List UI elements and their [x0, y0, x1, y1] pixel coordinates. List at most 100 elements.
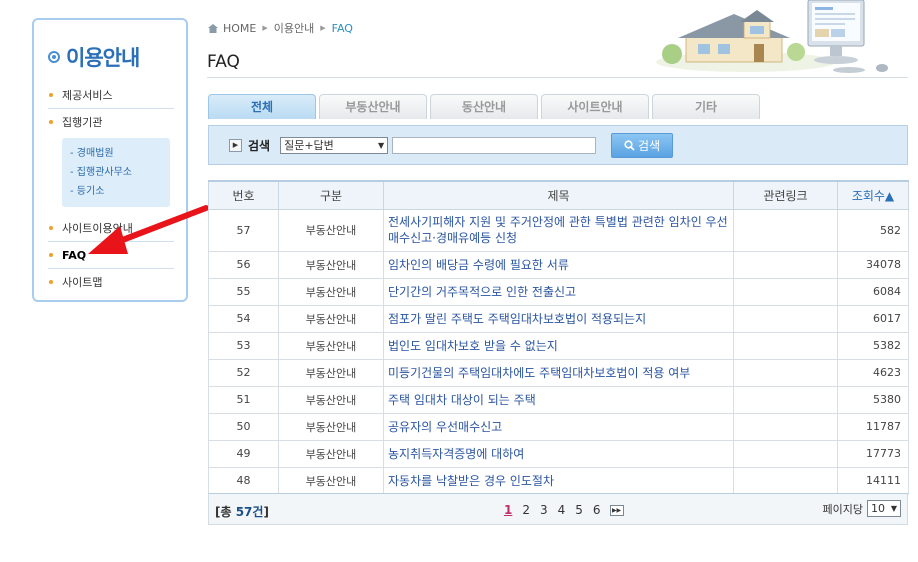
header-title: 제목: [383, 180, 734, 210]
cell-title-link[interactable]: 미등기건물의 주택임대차에도 주택임대차보호법이 적용 여부: [383, 358, 734, 387]
cell-category: 부동산안내: [278, 208, 384, 252]
search-label: 검색: [248, 138, 271, 153]
breadcrumb-home[interactable]: HOME: [223, 22, 256, 35]
chevron-down-icon: ▼: [890, 504, 897, 513]
cell-title-link[interactable]: 법인도 임대차보호 받을 수 없는지: [383, 331, 734, 360]
tab-real-estate[interactable]: 부동산안내: [319, 94, 427, 119]
total-count: [총 57건]: [215, 503, 269, 520]
cell-views: 582: [837, 208, 909, 252]
cell-number: 51: [208, 385, 279, 414]
page-link[interactable]: 3: [540, 503, 548, 517]
table-row: 57 부동산안내 전세사기피해자 지원 및 주거안정에 관한 특별법 관련한 임…: [208, 208, 909, 252]
sidebar-subitem-label: 경매법원: [76, 148, 114, 159]
cell-number: 50: [208, 412, 279, 441]
search-arrow-icon: ▶: [229, 138, 242, 152]
breadcrumb-separator-icon: ▶: [320, 24, 326, 32]
cell-category: 부동산안내: [278, 385, 384, 414]
cell-title-link[interactable]: 점포가 딸린 주택도 주택임대차보호법이 적용되는지: [383, 304, 734, 333]
breadcrumb-section[interactable]: 이용안내: [274, 20, 314, 36]
title-bullet-icon: [48, 51, 60, 63]
header-category: 구분: [278, 180, 384, 210]
tab-movable-property[interactable]: 동산안내: [430, 94, 538, 119]
cell-category: 부동산안내: [278, 439, 384, 468]
search-icon: [624, 139, 635, 151]
cell-related-link: [733, 304, 838, 333]
sidebar-subitem-bailiff-office[interactable]: - 집행관사무소: [70, 163, 164, 182]
table-row: 55 부동산안내 단기간의 거주목적으로 인한 전출신고 6084: [208, 277, 909, 306]
sidebar-title-text: 이용안내: [66, 46, 140, 70]
total-suffix: ]: [263, 505, 269, 519]
breadcrumb-separator-icon: ▶: [262, 24, 268, 32]
cell-title-link[interactable]: 공유자의 우선매수신고: [383, 412, 734, 441]
page-link[interactable]: 4: [558, 503, 566, 517]
cell-related-link: [733, 466, 838, 495]
search-type-select[interactable]: 질문+답변 ▼: [280, 136, 389, 154]
per-page-value: 10: [871, 502, 885, 515]
cell-category: 부동산안내: [278, 277, 384, 306]
cell-title-link[interactable]: 자동차를 낙찰받은 경우 인도절차: [383, 466, 734, 495]
cell-related-link: [733, 250, 838, 279]
tab-other[interactable]: 기타: [652, 94, 760, 119]
table-row: 48 부동산안내 자동차를 낙찰받은 경우 인도절차 14111: [208, 466, 909, 495]
header-views-sort[interactable]: 조회수▲: [837, 180, 909, 210]
cell-category: 부동산안내: [278, 250, 384, 279]
table-row: 51 부동산안내 주택 임대차 대상이 되는 주택 5380: [208, 385, 909, 414]
table-row: 50 부동산안내 공유자의 우선매수신고 11787: [208, 412, 909, 441]
search-input[interactable]: [392, 136, 597, 154]
cell-title-link[interactable]: 주택 임대차 대상이 되는 주택: [383, 385, 734, 414]
cell-views: 6084: [837, 277, 909, 306]
cell-related-link: [733, 331, 838, 360]
cell-title-link[interactable]: 전세사기피해자 지원 및 주거안정에 관한 특별법 관련한 임차인 우선매수신고…: [383, 208, 734, 252]
cell-title-link[interactable]: 단기간의 거주목적으로 인한 전출신고: [383, 277, 734, 306]
table-footer: [총 57건] 1 2 3 4 5 6 ▶▶ 페이지당 10 ▼: [208, 493, 908, 525]
faq-table: 번호 구분 제목 관련링크 조회수▲ 57 부동산안내 전세사기피해자 지원 및…: [208, 180, 909, 495]
cell-number: 54: [208, 304, 279, 333]
page-title: FAQ: [207, 52, 240, 72]
cell-number: 53: [208, 331, 279, 360]
cell-number: 48: [208, 466, 279, 495]
tab-all[interactable]: 전체: [208, 94, 316, 119]
header-related-link: 관련링크: [733, 180, 838, 210]
breadcrumb-current: FAQ: [331, 21, 353, 35]
cell-related-link: [733, 412, 838, 441]
table-row: 56 부동산안내 임차인의 배당금 수령에 필요한 서류 34078: [208, 250, 909, 279]
cell-category: 부동산안내: [278, 466, 384, 495]
header-number: 번호: [208, 180, 279, 210]
next-page-icon[interactable]: ▶▶: [609, 504, 624, 516]
per-page-label: 페이지당: [822, 502, 863, 516]
sidebar-subitem-label: 집행관사무소: [76, 167, 132, 178]
search-button-label: 검색: [638, 138, 661, 153]
cell-number: 49: [208, 439, 279, 468]
page-link-current[interactable]: 1: [504, 503, 512, 517]
red-arrow-annotation: [88, 205, 209, 254]
cell-category: 부동산안내: [278, 331, 384, 360]
cell-views: 34078: [837, 250, 909, 279]
total-number: 57건: [235, 505, 264, 519]
breadcrumb: HOME ▶ 이용안내 ▶ FAQ: [208, 20, 353, 36]
cell-views: 5382: [837, 331, 909, 360]
house-computer-illustration: [656, 0, 888, 73]
sidebar-subitem-court[interactable]: - 경매법원: [70, 144, 164, 163]
cell-views: 17773: [837, 439, 909, 468]
cell-number: 56: [208, 250, 279, 279]
page-link[interactable]: 5: [575, 503, 583, 517]
cell-number: 55: [208, 277, 279, 306]
cell-related-link: [733, 358, 838, 387]
cell-views: 5380: [837, 385, 909, 414]
page-link[interactable]: 2: [522, 503, 530, 517]
cell-title-link[interactable]: 임차인의 배당금 수령에 필요한 서류: [383, 250, 734, 279]
table-row: 54 부동산안내 점포가 딸린 주택도 주택임대차보호법이 적용되는지 6017: [208, 304, 909, 333]
tab-site-guide[interactable]: 사이트안내: [541, 94, 649, 119]
sidebar-item-agencies[interactable]: 집행기관: [48, 109, 174, 136]
cell-related-link: [733, 208, 838, 252]
page-link[interactable]: 6: [593, 503, 601, 517]
search-button[interactable]: 검색: [611, 132, 674, 158]
per-page-control: 페이지당 10 ▼: [823, 500, 901, 517]
cell-related-link: [733, 277, 838, 306]
per-page-select[interactable]: 10 ▼: [867, 500, 901, 517]
home-icon: [208, 23, 218, 33]
sidebar-item-services[interactable]: 제공서비스: [48, 82, 174, 109]
sidebar-item-sitemap[interactable]: 사이트맵: [48, 269, 174, 296]
cell-title-link[interactable]: 농지취득자격증명에 대하여: [383, 439, 734, 468]
table-row: 53 부동산안내 법인도 임대차보호 받을 수 없는지 5382: [208, 331, 909, 360]
